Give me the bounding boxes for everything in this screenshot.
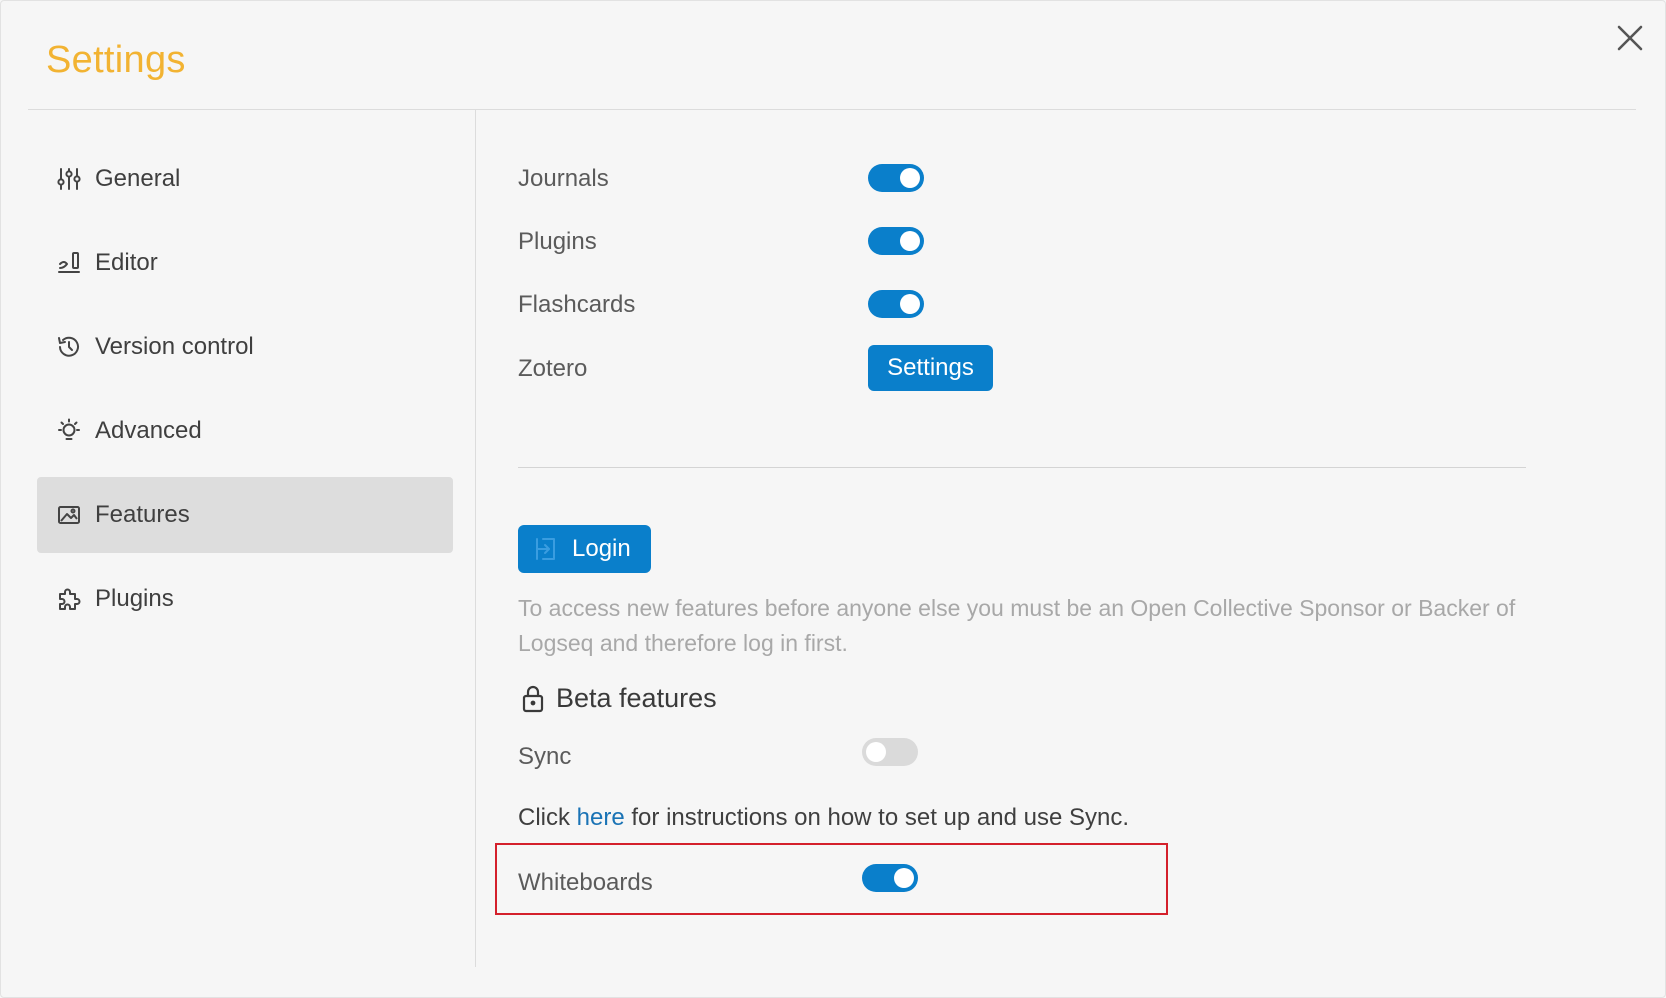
journals-toggle[interactable] (868, 164, 924, 192)
editor-icon (55, 249, 83, 277)
sync-toggle[interactable] (862, 738, 918, 766)
sync-hint-suffix: for instructions on how to set up and us… (624, 804, 1129, 831)
bulb-icon (55, 417, 83, 445)
content-divider (518, 467, 1526, 468)
sidebar-item-plugins[interactable]: Plugins (37, 561, 453, 637)
sidebar-item-version-control[interactable]: Version control (37, 309, 453, 385)
toggle-knob (900, 168, 920, 188)
plugins-label: Plugins (518, 228, 597, 255)
sliders-icon (55, 165, 83, 193)
settings-dialog: Settings General Editor Version control … (0, 0, 1666, 998)
toggle-knob (900, 231, 920, 251)
login-description: To access new features before anyone els… (518, 595, 1516, 656)
sync-hint: Click here for instructions on how to se… (518, 804, 1129, 832)
beta-features-title: Beta features (556, 683, 717, 713)
sidebar-item-label: Version control (95, 333, 254, 360)
sidebar-item-advanced[interactable]: Advanced (37, 393, 453, 469)
flashcards-label: Flashcards (518, 291, 636, 318)
close-icon (1617, 25, 1643, 51)
journals-label: Journals (518, 165, 609, 192)
plugins-toggle[interactable] (868, 227, 924, 255)
login-icon (534, 536, 558, 562)
dialog-title: Settings (46, 39, 186, 81)
zotero-settings-button[interactable]: Settings (868, 345, 993, 391)
login-label: Login (572, 535, 631, 562)
toggle-knob (866, 742, 886, 762)
flashcards-toggle[interactable] (868, 290, 924, 318)
zotero-label: Zotero (518, 355, 588, 382)
sidebar-item-features[interactable]: Features (37, 477, 453, 553)
whiteboards-toggle[interactable] (862, 864, 918, 892)
puzzle-icon (55, 585, 83, 613)
toggle-knob (900, 294, 920, 314)
sidebar-item-label: Editor (95, 249, 158, 276)
history-icon (55, 333, 83, 361)
sidebar-divider (475, 110, 476, 967)
image-icon (55, 501, 83, 529)
sidebar-item-general[interactable]: General (37, 141, 453, 217)
sidebar-item-label: General (95, 165, 181, 192)
sidebar-item-label: Plugins (95, 585, 174, 612)
toggle-knob (894, 868, 914, 888)
sidebar-item-label: Advanced (95, 417, 202, 444)
sync-instructions-link[interactable]: here (577, 804, 625, 831)
sync-hint-prefix: Click (518, 804, 577, 831)
login-button[interactable]: Login (518, 525, 651, 573)
whiteboards-label: Whiteboards (518, 869, 653, 896)
lock-icon (520, 684, 546, 714)
header-divider (28, 109, 1636, 110)
sidebar-item-editor[interactable]: Editor (37, 225, 453, 301)
sync-label: Sync (518, 743, 572, 770)
close-button[interactable] (1615, 23, 1645, 53)
sidebar-item-label: Features (95, 501, 190, 528)
